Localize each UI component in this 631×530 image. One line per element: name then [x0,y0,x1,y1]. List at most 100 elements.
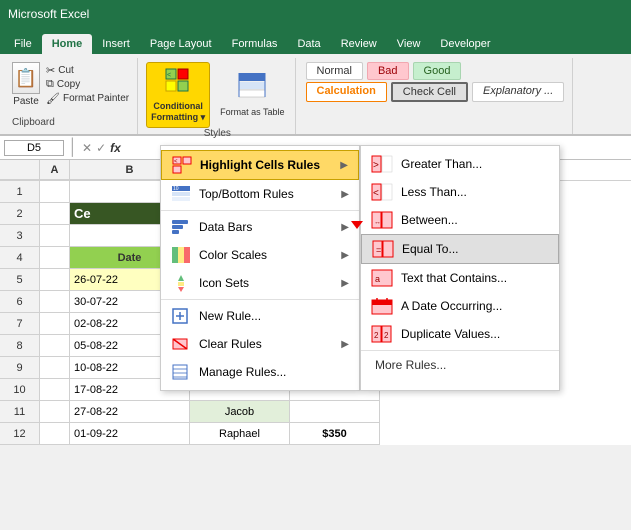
new-rule-icon [171,307,191,325]
cell-a12[interactable] [40,423,70,445]
format-as-table-button[interactable]: Format as Table [216,68,288,121]
styles-row-1: Normal Bad Good [306,62,565,80]
conditional-formatting-group: < ConditionalFormatting ▾ Format as Tabl… [140,58,295,134]
style-bad[interactable]: Bad [367,62,409,80]
ribbon-body: 📋 Paste ✂ Cut ⧉ Copy 🖌 Format Painter Cl… [0,54,631,136]
menu-item-manage-rules[interactable]: Manage Rules... [161,358,359,386]
submenu-divider [361,350,559,351]
tab-page-layout[interactable]: Page Layout [140,34,222,54]
menu-item-icon-sets[interactable]: Icon Sets ▶ [161,269,359,297]
format-painter-icon: 🖌 [46,92,60,105]
conditional-label: ConditionalFormatting ▾ [151,101,205,123]
format-painter-button[interactable]: 🖌 Format Painter [46,92,129,105]
cell-b11[interactable]: 27-08-22 [70,401,190,423]
cut-icon: ✂ [46,64,55,77]
tab-review[interactable]: Review [331,34,387,54]
style-normal[interactable]: Normal [306,62,363,80]
more-rules-item[interactable]: More Rules... [361,353,559,377]
format-as-table-icon [238,72,266,106]
tab-insert[interactable]: Insert [92,34,140,54]
cell-a11[interactable] [40,401,70,423]
color-scales-icon [171,246,191,264]
name-box[interactable] [4,140,64,156]
submenu-item-equal-to[interactable]: = Equal To... [361,234,559,264]
cell-a10[interactable] [40,379,70,401]
clipboard-label: Clipboard [12,117,55,130]
menu-item-clear-rules[interactable]: Clear Rules ▶ [161,330,359,358]
submenu-item-between[interactable]: ↔ Between... [361,206,559,234]
menu-item-top-bottom[interactable]: 10 Top/Bottom Rules ▶ [161,180,359,208]
formula-fx-icon[interactable]: fx [110,141,121,155]
cell-a8[interactable] [40,335,70,357]
submenu-item-less-than[interactable]: < Less Than... [361,178,559,206]
style-calculation[interactable]: Calculation [306,82,387,102]
data-bars-arrow: ▶ [341,222,349,233]
submenu-item-duplicate-values[interactable]: 2 2 Duplicate Values... [361,320,559,348]
cell-a6[interactable] [40,291,70,313]
row-num-10: 10 [0,379,40,401]
cell-b12[interactable]: 01-09-22 [70,423,190,445]
menu-item-color-scales[interactable]: Color Scales ▶ [161,241,359,269]
style-explanatory[interactable]: Explanatory ... [472,82,564,102]
tab-formulas[interactable]: Formulas [222,34,288,54]
cell-a5[interactable] [40,269,70,291]
formula-bar-separator: │ [68,139,78,157]
less-than-label: Less Than... [401,185,467,199]
cell-a3[interactable] [40,225,70,247]
cell-d12[interactable]: $350 [290,423,380,445]
duplicate-values-label: Duplicate Values... [401,327,500,341]
style-check-cell[interactable]: Check Cell [391,82,468,102]
copy-label: Copy [57,79,80,90]
equal-to-label: Equal To... [402,242,458,256]
quick-styles-group: Normal Bad Good Calculation Check Cell E… [298,58,574,134]
cell-a2[interactable] [40,203,70,225]
submenu-item-text-contains[interactable]: a Text that Contains... [361,264,559,292]
tab-file[interactable]: File [4,34,42,54]
svg-text:↔: ↔ [374,219,381,226]
cancel-icon[interactable]: ✕ [82,141,92,155]
conditional-formatting-button[interactable]: < ConditionalFormatting ▾ [146,62,210,128]
style-good[interactable]: Good [413,62,462,80]
paste-icon: 📋 [12,62,40,94]
cell-a7[interactable] [40,313,70,335]
menu-item-data-bars[interactable]: Data Bars ▶ [161,213,359,241]
cell-c11[interactable]: Jacob [190,401,290,423]
tab-developer[interactable]: Developer [430,34,500,54]
cut-button[interactable]: ✂ Cut [46,64,129,77]
top-bottom-icon: 10 [171,185,191,203]
less-than-icon: < [371,183,393,201]
highlight-cells-icon: < [172,156,192,174]
icon-sets-arrow: ▶ [341,278,349,289]
cell-a1[interactable] [40,181,70,203]
row-num-3: 3 [0,225,40,247]
submenu-item-greater-than[interactable]: > Greater Than... [361,150,559,178]
col-header-a: A [40,160,70,180]
cell-d11[interactable] [290,401,380,423]
format-as-table-label: Format as Table [220,107,284,118]
tab-data[interactable]: Data [287,34,330,54]
menu-item-highlight-cells[interactable]: < Highlight Cells Rules ▶ [161,150,359,180]
clipboard-group: 📋 Paste ✂ Cut ⧉ Copy 🖌 Format Painter Cl… [4,58,138,134]
submenu-item-date-occurring[interactable]: A Date Occurring... [361,292,559,320]
confirm-icon[interactable]: ✓ [96,141,106,155]
paste-button[interactable]: 📋 Paste [12,62,40,107]
copy-button[interactable]: ⧉ Copy [46,78,129,91]
greater-than-label: Greater Than... [401,157,482,171]
styles-group-label: Styles [204,128,231,141]
cell-a4[interactable] [40,247,70,269]
menu-item-new-rule[interactable]: New Rule... [161,302,359,330]
between-label: Between... [401,213,458,227]
cell-c12[interactable]: Raphael [190,423,290,445]
row-num-8: 8 [0,335,40,357]
top-bottom-label: Top/Bottom Rules [199,187,294,201]
date-occurring-icon [371,297,393,315]
between-icon: ↔ [371,211,393,229]
row-num-6: 6 [0,291,40,313]
tab-home[interactable]: Home [42,34,93,54]
clear-rules-arrow: ▶ [341,339,349,350]
svg-text:2: 2 [384,331,389,340]
row-num-5: 5 [0,269,40,291]
svg-text:<: < [373,188,379,199]
cell-a9[interactable] [40,357,70,379]
tab-view[interactable]: View [387,34,431,54]
